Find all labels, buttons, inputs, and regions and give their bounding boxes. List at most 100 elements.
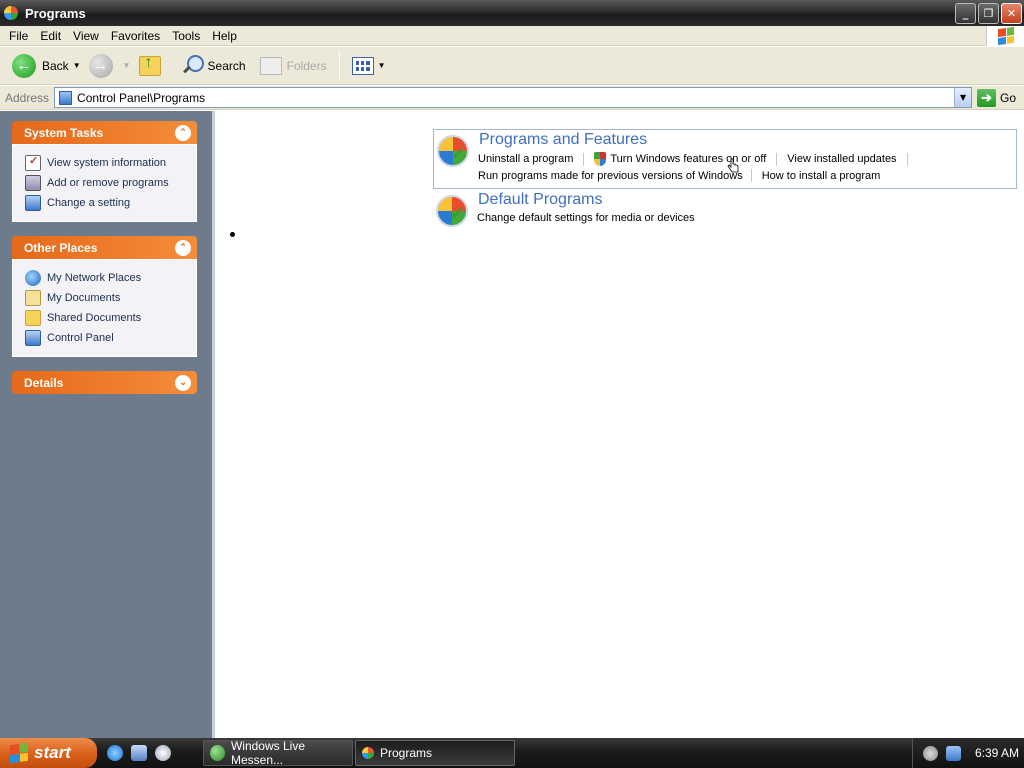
uac-shield-icon xyxy=(594,152,607,166)
programs-icon xyxy=(437,135,469,167)
expand-chevron-icon[interactable]: ⌄ xyxy=(175,374,191,391)
place-my-network-places[interactable]: My Network Places xyxy=(25,268,186,288)
task-label: Programs xyxy=(380,746,433,760)
address-input[interactable]: Control Panel\Programs ▼ xyxy=(54,87,973,108)
task-pane: System Tasks ⌃ View system information A… xyxy=(0,111,212,738)
network-icon xyxy=(25,270,41,286)
task-add-remove-programs[interactable]: Add or remove programs xyxy=(25,173,186,193)
folders-button[interactable]: Folders xyxy=(256,50,331,82)
clock[interactable]: 6:39 AM xyxy=(975,746,1019,760)
start-button[interactable]: start xyxy=(0,738,97,768)
menu-file[interactable]: File xyxy=(3,29,34,43)
link-change-default-settings[interactable]: Change default settings for media or dev… xyxy=(477,212,705,224)
forward-dropdown-icon: ▼ xyxy=(122,61,131,70)
task-view-system-info[interactable]: View system information xyxy=(25,153,186,173)
link-separator xyxy=(906,152,908,166)
place-label: Control Panel xyxy=(47,332,114,344)
address-bar: Address Control Panel\Programs ▼ ➔ Go xyxy=(0,86,1024,110)
details-header[interactable]: Details ⌄ xyxy=(12,371,197,394)
bullet-dot xyxy=(230,232,235,237)
system-info-icon xyxy=(25,154,41,171)
system-tray: 6:39 AM xyxy=(912,738,1024,768)
views-icon xyxy=(351,56,374,75)
window-controls: _ ❐ ✕ xyxy=(955,3,1022,24)
other-places-body: My Network Places My Documents Shared Do… xyxy=(12,259,197,357)
address-value: Control Panel\Programs xyxy=(77,90,206,105)
control-panel-app-icon xyxy=(4,6,18,20)
menu-tools[interactable]: Tools xyxy=(166,29,206,43)
window-title: Programs xyxy=(25,5,86,21)
menu-view[interactable]: View xyxy=(67,29,105,43)
back-label: Back xyxy=(42,58,69,73)
control-panel-icon xyxy=(25,330,41,346)
link-turn-windows-features[interactable]: Turn Windows features on or off xyxy=(610,153,776,165)
task-label: View system information xyxy=(47,157,167,169)
internet-explorer-icon[interactable] xyxy=(107,745,123,761)
menu-help[interactable]: Help xyxy=(206,29,243,43)
restore-icon[interactable]: ❐ xyxy=(978,3,999,24)
documents-icon xyxy=(25,290,41,306)
media-player-icon[interactable] xyxy=(155,745,171,761)
toolbar: ← Back ▼ → ▼ Search Folders ▼ xyxy=(0,47,1024,85)
up-folder-button[interactable] xyxy=(135,50,165,82)
category-links-row: Uninstall a program Turn Windows feature… xyxy=(478,152,918,166)
link-separator xyxy=(776,152,778,166)
forward-arrow-icon: → xyxy=(88,53,113,78)
search-button[interactable]: Search xyxy=(177,50,250,82)
taskbar-windows-live-messenger[interactable]: Windows Live Messen... xyxy=(203,739,353,767)
forward-button[interactable]: → ▼ xyxy=(85,50,135,82)
link-how-to-install[interactable]: How to install a program xyxy=(762,170,891,182)
link-separator xyxy=(583,152,585,166)
task-label: Windows Live Messen... xyxy=(230,739,305,767)
collapse-chevron-icon[interactable]: ⌃ xyxy=(175,124,191,141)
windows-logo-icon xyxy=(10,742,28,764)
tray-network-icon[interactable] xyxy=(946,745,961,761)
link-uninstall-program[interactable]: Uninstall a program xyxy=(478,153,583,165)
go-label: Go xyxy=(1000,90,1017,105)
minimize-icon[interactable]: _ xyxy=(955,3,976,24)
hand-cursor-icon xyxy=(727,158,739,173)
address-dropdown-icon[interactable]: ▼ xyxy=(954,88,972,107)
close-icon[interactable]: ✕ xyxy=(1001,3,1022,24)
task-label: Add or remove programs xyxy=(47,177,169,189)
other-places-header[interactable]: Other Places ⌃ xyxy=(12,236,197,259)
show-desktop-icon[interactable] xyxy=(131,745,147,761)
views-button[interactable]: ▼ xyxy=(348,50,390,82)
details-panel: Details ⌄ xyxy=(12,371,197,394)
back-dropdown-icon[interactable]: ▼ xyxy=(73,61,81,70)
taskbar-programs[interactable]: Programs xyxy=(355,740,515,766)
place-label: Shared Documents xyxy=(47,312,142,324)
category-links-row: Run programs made for previous versions … xyxy=(478,169,890,182)
collapse-chevron-icon[interactable]: ⌃ xyxy=(175,239,191,256)
title-bar: Programs _ ❐ ✕ xyxy=(0,0,1024,26)
go-button[interactable]: ➔ Go xyxy=(977,88,1017,107)
menu-favorites[interactable]: Favorites xyxy=(105,29,166,43)
menu-edit[interactable]: Edit xyxy=(34,29,67,43)
category-links-row: Change default settings for media or dev… xyxy=(477,212,705,224)
messenger-icon xyxy=(210,745,225,761)
link-view-installed-updates[interactable]: View installed updates xyxy=(787,153,906,165)
category-title-link[interactable]: Default Programs xyxy=(478,191,603,209)
other-places-panel: Other Places ⌃ My Network Places My Docu… xyxy=(12,236,197,357)
search-label: Search xyxy=(207,58,246,73)
back-button[interactable]: ← Back ▼ xyxy=(8,50,85,82)
link-run-older-programs[interactable]: Run programs made for previous versions … xyxy=(478,170,751,182)
place-my-documents[interactable]: My Documents xyxy=(25,288,186,308)
menu-bar: File Edit View Favorites Tools Help xyxy=(0,26,1024,46)
default-programs-icon xyxy=(436,195,468,227)
tray-volume-icon[interactable] xyxy=(923,745,938,761)
place-label: My Documents xyxy=(47,292,121,304)
place-shared-documents[interactable]: Shared Documents xyxy=(25,308,186,328)
system-tasks-title: System Tasks xyxy=(24,125,104,140)
category-title-link[interactable]: Programs and Features xyxy=(479,131,647,149)
place-control-panel[interactable]: Control Panel xyxy=(25,328,186,348)
control-panel-app-icon xyxy=(362,747,374,759)
toolbar-separator xyxy=(338,51,340,80)
category-default-programs: Default Programs Change default settings… xyxy=(433,190,1017,230)
system-tasks-header[interactable]: System Tasks ⌃ xyxy=(12,121,197,144)
folders-label: Folders xyxy=(286,58,327,73)
other-places-title: Other Places xyxy=(24,240,98,255)
windows-logo-icon xyxy=(986,26,1024,46)
system-tasks-body: View system information Add or remove pr… xyxy=(12,144,197,222)
task-change-setting[interactable]: Change a setting xyxy=(25,193,186,213)
